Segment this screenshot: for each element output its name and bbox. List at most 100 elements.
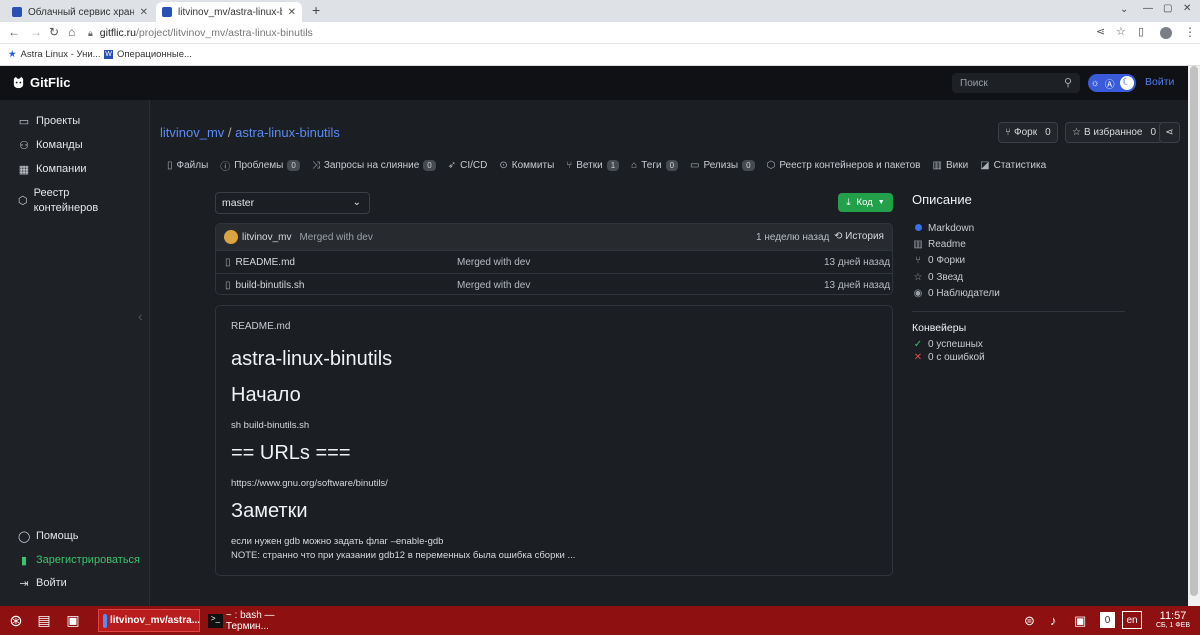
sidebar-item-registry[interactable]: ⬡ Реестр контейнеров xyxy=(18,186,108,216)
file-commit-message[interactable]: Merged with dev xyxy=(457,257,530,268)
file-manager-icon[interactable]: ▤ xyxy=(33,609,55,632)
sidebar-item-label: Компании xyxy=(36,163,87,175)
sidebar-item-label: Реестр контейнеров xyxy=(33,187,99,214)
code-button[interactable]: ⤓ Код ▼ xyxy=(838,193,893,212)
browser-tab[interactable]: Облачный сервис хранения ✕ xyxy=(6,2,154,22)
book-icon: ▥ xyxy=(913,239,923,250)
file-name[interactable]: README.md xyxy=(236,257,295,268)
site-favicon-icon xyxy=(12,7,22,17)
profile-avatar-icon[interactable] xyxy=(1160,27,1172,39)
failed-label: 0 с ошибкой xyxy=(928,352,985,363)
sidebar-item-help[interactable]: ◯ Помощь xyxy=(18,530,79,543)
forks-item[interactable]: ⑂ 0 Форки xyxy=(912,255,965,266)
notification-badge[interactable]: 0 xyxy=(1100,612,1115,628)
clock[interactable]: 11:57 СБ, 1 ФЕВ xyxy=(1150,609,1196,632)
search-input[interactable]: Поиск ⚲ xyxy=(952,73,1080,93)
tab-branches[interactable]: ⑂ Ветки 1 xyxy=(566,158,620,173)
tab-wiki[interactable]: ▥ Вики xyxy=(932,158,968,173)
auto-theme-icon[interactable]: Ⓐ xyxy=(1105,76,1115,91)
readme-item[interactable]: ▥ Readme xyxy=(912,239,966,250)
search-icon[interactable]: ⚲ xyxy=(1064,76,1072,89)
tray-icon[interactable]: ⊜ xyxy=(1024,609,1035,632)
theme-switcher[interactable]: ☼ Ⓐ ☾ xyxy=(1088,74,1136,92)
network-icon[interactable]: ▣ xyxy=(1074,609,1086,632)
readme-text: sh build-binutils.sh xyxy=(231,420,310,431)
sidebar-item-teams[interactable]: ⚇ Команды xyxy=(18,139,83,152)
commit-author[interactable]: litvinov_mv xyxy=(242,232,291,243)
owner-link[interactable]: litvinov_mv xyxy=(160,125,224,140)
tab-files[interactable]: ▯ Файлы xyxy=(167,158,208,173)
fork-button[interactable]: ⑂ Форк 0 xyxy=(998,122,1058,143)
back-icon[interactable]: ← xyxy=(8,25,20,39)
tab-releases[interactable]: ▭ Релизы 0 xyxy=(690,158,755,173)
table-row[interactable]: ▯ README.md Merged with dev 13 дней наза… xyxy=(216,250,892,273)
volume-icon[interactable]: ♪ xyxy=(1050,609,1057,632)
sidebar-item-login[interactable]: ⇥ Войти xyxy=(18,577,66,590)
login-link[interactable]: Войти xyxy=(1145,76,1174,88)
tab-list-icon[interactable]: ⌄ xyxy=(1120,4,1128,15)
watchers-label: 0 Наблюдатели xyxy=(928,288,1000,299)
taskbar-window-browser[interactable]: litvinov_mv/astra... xyxy=(98,609,200,632)
repo-name-link[interactable]: astra-linux-binutils xyxy=(235,125,340,140)
close-icon[interactable]: ✕ xyxy=(140,7,148,18)
avatar[interactable] xyxy=(224,230,238,244)
taskbar-window-terminal[interactable]: >_ ~ : bash — Термин... xyxy=(204,609,314,632)
search-placeholder: Поиск xyxy=(960,77,988,89)
home-icon[interactable]: ⌂ xyxy=(68,25,75,39)
sidebar-item-projects[interactable]: ▭ Проекты xyxy=(18,115,80,128)
minimize-icon[interactable]: — xyxy=(1143,3,1153,14)
file-commit-message[interactable]: Merged with dev xyxy=(457,280,530,291)
tab-tags[interactable]: ⌂ Теги 0 xyxy=(631,158,679,173)
tab-merge-requests[interactable]: ⤨ Запросы на слияние 0 xyxy=(312,158,436,173)
sun-icon[interactable]: ☼ xyxy=(1090,78,1099,89)
tag-icon: ⌂ xyxy=(631,160,638,171)
close-icon[interactable]: ✕ xyxy=(288,7,296,18)
start-menu-icon[interactable]: ⊛ xyxy=(5,609,27,632)
moon-icon[interactable]: ☾ xyxy=(1119,76,1134,90)
browser-tab-active[interactable]: litvinov_mv/astra-linux-binutils ✕ xyxy=(156,2,302,22)
window-label: litvinov_mv/astra... xyxy=(110,615,201,626)
url-field[interactable]: 🔒︎ gitflic.ru /project/litvinov_mv/astra… xyxy=(88,25,1138,41)
tab-registry[interactable]: ⬡ Реестр контейнеров и пакетов xyxy=(767,158,921,173)
register-icon: ▮ xyxy=(20,555,28,567)
sidebar-item-register[interactable]: ▮ Зарегистрироваться xyxy=(18,554,140,567)
pipelines-title: Конвейеры xyxy=(912,322,967,334)
bookmark-star-icon[interactable]: ☆ xyxy=(1116,25,1126,38)
sidepanel-icon[interactable]: ▯ xyxy=(1138,25,1144,38)
sidebar-item-companies[interactable]: ▦ Компании xyxy=(18,163,87,176)
reload-icon[interactable]: ↻ xyxy=(49,25,59,39)
page-scrollbar[interactable] xyxy=(1188,66,1200,606)
pipelines-success[interactable]: ✓ 0 успешных xyxy=(912,339,983,350)
tab-issues[interactable]: ⓘ Проблемы 0 xyxy=(220,158,300,173)
file-name[interactable]: build-binutils.sh xyxy=(236,280,305,291)
tab-cicd[interactable]: ➶ CI/CD xyxy=(448,158,488,173)
branch-select[interactable]: master ⌄ xyxy=(215,192,370,214)
tab-commits[interactable]: ⊙ Коммиты xyxy=(499,158,554,173)
share-button[interactable]: ⋖ xyxy=(1159,122,1180,143)
new-tab-button[interactable]: + xyxy=(312,2,320,18)
share-icon[interactable]: ⋖ xyxy=(1096,25,1105,38)
history-button[interactable]: ⟲ История xyxy=(834,231,884,242)
commit-message[interactable]: Merged with dev xyxy=(299,232,372,243)
app-icon[interactable]: ▣ xyxy=(62,609,84,632)
bookmark-item[interactable]: W Операционные... xyxy=(104,49,192,60)
readme-link[interactable]: https://www.gnu.org/software/binutils/ xyxy=(231,478,388,489)
forward-icon[interactable]: → xyxy=(30,25,42,39)
gitflic-logo[interactable]: GitFlic xyxy=(12,75,70,90)
favorite-button[interactable]: ☆ В избранное 0 xyxy=(1065,122,1164,143)
browser-menu-icon[interactable]: ⋮ xyxy=(1184,25,1196,39)
watchers-item[interactable]: ◉ 0 Наблюдатели xyxy=(912,288,1000,299)
table-row[interactable]: ▯ build-binutils.sh Merged with dev 13 д… xyxy=(216,273,892,294)
collapse-sidebar-icon[interactable]: ‹ xyxy=(138,308,143,324)
stars-item[interactable]: ☆ 0 Звезд xyxy=(912,272,964,283)
scrollbar-thumb[interactable] xyxy=(1190,66,1198,596)
pipelines-failed[interactable]: ✕ 0 с ошибкой xyxy=(912,352,985,363)
readme-label: Readme xyxy=(928,239,966,250)
tab-statistics[interactable]: ◪ Статистика xyxy=(980,158,1046,173)
close-window-icon[interactable]: ✕ xyxy=(1183,3,1191,14)
bookmark-item[interactable]: ★ Astra Linux - Уни... xyxy=(8,49,101,60)
maximize-icon[interactable]: ▢ xyxy=(1163,3,1172,14)
tab-label: Реестр контейнеров и пакетов xyxy=(779,160,921,171)
keyboard-layout[interactable]: en xyxy=(1122,611,1142,629)
clock-date: СБ, 1 ФЕВ xyxy=(1155,621,1191,629)
